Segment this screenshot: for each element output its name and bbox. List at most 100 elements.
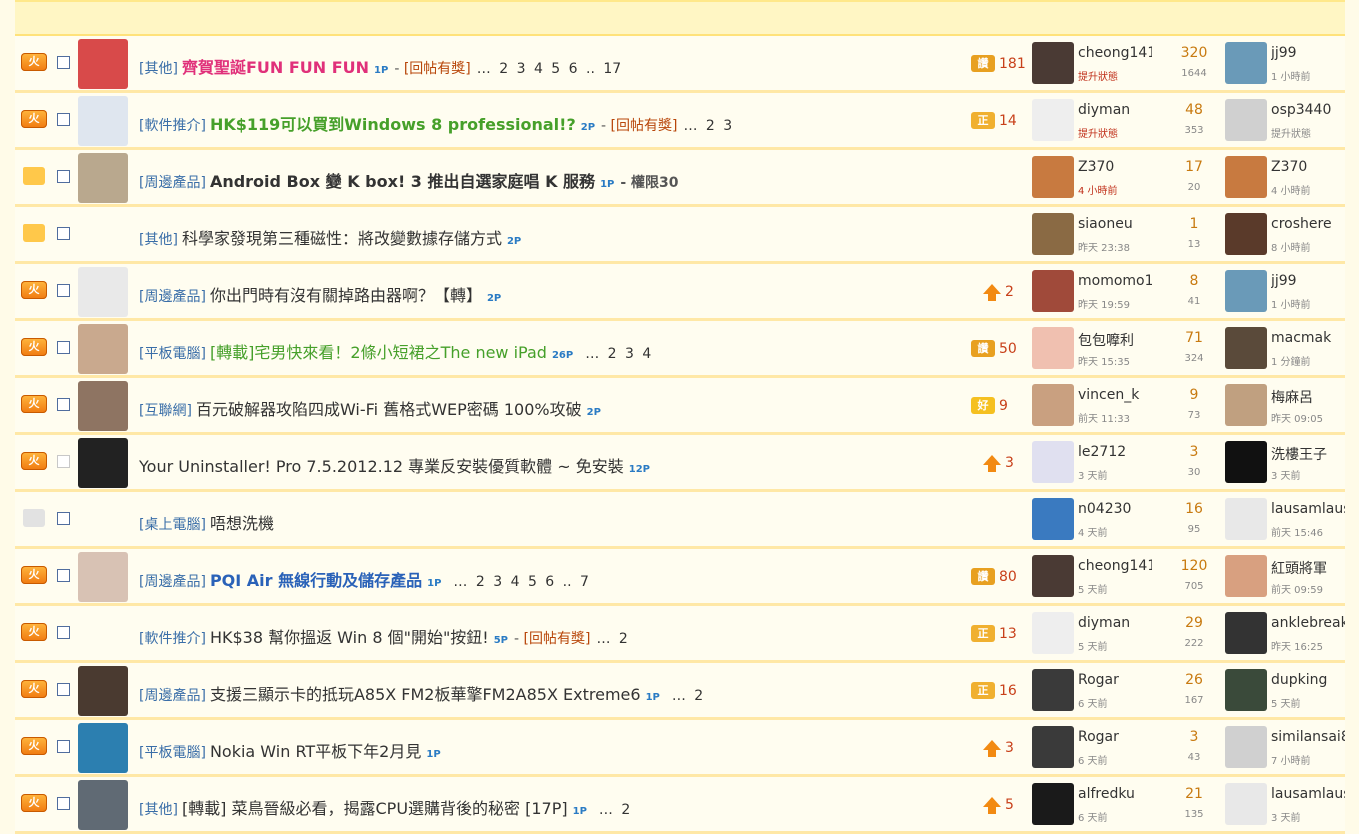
thread-checkbox[interactable] bbox=[57, 512, 70, 525]
last-post-time[interactable]: 8 小時前 bbox=[1271, 239, 1311, 254]
last-post-time[interactable]: 7 小時前 bbox=[1271, 752, 1311, 767]
avatar[interactable] bbox=[1225, 726, 1267, 768]
avatar[interactable] bbox=[1032, 669, 1074, 711]
avatar[interactable] bbox=[1225, 555, 1267, 597]
page-links[interactable]: … 2 3 4 5 6 .. 17 bbox=[477, 61, 621, 77]
thread-title-link[interactable]: 齊賀聖誕FUN FUN FUN bbox=[182, 58, 369, 77]
thread-checkbox[interactable] bbox=[57, 113, 70, 126]
avatar[interactable] bbox=[1032, 441, 1074, 483]
last-post-time[interactable]: 5 天前 bbox=[1271, 695, 1301, 710]
avatar[interactable] bbox=[1225, 669, 1267, 711]
last-post-time[interactable]: 前天 15:46 bbox=[1271, 524, 1323, 539]
last-poster-name-link[interactable]: 洗樓王子 bbox=[1271, 444, 1345, 464]
last-poster-name-link[interactable]: anklebreaker bbox=[1271, 615, 1345, 631]
thread-thumbnail[interactable] bbox=[78, 666, 128, 716]
thread-category-link[interactable]: [桌上電腦] bbox=[139, 517, 206, 533]
poster-name-link[interactable]: vincen_k bbox=[1078, 387, 1152, 403]
page-links[interactable]: … 2 3 4 5 6 .. 7 bbox=[453, 574, 589, 590]
thread-checkbox[interactable] bbox=[57, 56, 70, 69]
reward-tag[interactable]: [回帖有獎] bbox=[524, 631, 591, 647]
avatar[interactable] bbox=[1032, 42, 1074, 84]
avatar[interactable] bbox=[1032, 612, 1074, 654]
poster-name-link[interactable]: diyman bbox=[1078, 615, 1152, 631]
last-poster-name-link[interactable]: jj99 bbox=[1271, 273, 1345, 289]
last-post-time[interactable]: 1 分鐘前 bbox=[1271, 353, 1311, 368]
thread-thumbnail[interactable] bbox=[78, 438, 128, 488]
thread-thumbnail[interactable] bbox=[78, 723, 128, 773]
avatar[interactable] bbox=[1225, 213, 1267, 255]
thread-category-link[interactable]: [周邊產品] bbox=[139, 688, 206, 704]
thread-checkbox[interactable] bbox=[57, 398, 70, 411]
page-links[interactable]: … 2 bbox=[599, 802, 630, 818]
thread-checkbox[interactable] bbox=[57, 170, 70, 183]
avatar[interactable] bbox=[1032, 783, 1074, 825]
thread-thumbnail[interactable] bbox=[78, 39, 128, 89]
poster-name-link[interactable]: cheong141 bbox=[1078, 45, 1152, 61]
thread-category-link[interactable]: [周邊產品] bbox=[139, 289, 206, 305]
thread-thumbnail[interactable] bbox=[78, 267, 128, 317]
avatar[interactable] bbox=[1225, 327, 1267, 369]
avatar[interactable] bbox=[1225, 498, 1267, 540]
thread-category-link[interactable]: [周邊產品] bbox=[139, 175, 206, 191]
last-poster-name-link[interactable]: osp3440 bbox=[1271, 102, 1345, 118]
avatar[interactable] bbox=[1032, 213, 1074, 255]
thread-thumbnail[interactable] bbox=[78, 381, 128, 431]
thread-thumbnail[interactable] bbox=[78, 780, 128, 830]
thread-category-link[interactable]: [軟件推介] bbox=[139, 118, 206, 134]
thread-title-link[interactable]: PQI Air 無線行動及儲存產品 bbox=[210, 571, 422, 590]
reward-tag[interactable]: [回帖有獎] bbox=[404, 61, 471, 77]
poster-name-link[interactable]: Z370 bbox=[1078, 159, 1152, 175]
poster-name-link[interactable]: Rogar bbox=[1078, 672, 1152, 688]
thread-checkbox[interactable] bbox=[57, 569, 70, 582]
thread-checkbox[interactable] bbox=[57, 740, 70, 753]
poster-name-link[interactable]: Rogar bbox=[1078, 729, 1152, 745]
poster-name-link[interactable]: cheong141 bbox=[1078, 558, 1152, 574]
last-post-time[interactable]: 1 小時前 bbox=[1271, 296, 1311, 311]
thread-title-link[interactable]: [轉載]宅男快來看！2條小短裙之The new iPad bbox=[210, 343, 547, 362]
last-poster-name-link[interactable]: croshere bbox=[1271, 216, 1345, 232]
poster-name-link[interactable]: le2712 bbox=[1078, 444, 1152, 460]
last-poster-name-link[interactable]: lausamlausa bbox=[1271, 786, 1345, 802]
poster-name-link[interactable]: n04230 bbox=[1078, 501, 1152, 517]
thread-title-link[interactable]: HK$38 幫你搵返 Win 8 個"開始"按鈕! bbox=[210, 628, 489, 647]
thread-checkbox[interactable] bbox=[57, 284, 70, 297]
last-post-time[interactable]: 前天 09:59 bbox=[1271, 581, 1323, 596]
thread-category-link[interactable]: [平板電腦] bbox=[139, 346, 206, 362]
last-post-time[interactable]: 4 小時前 bbox=[1271, 182, 1311, 197]
last-poster-name-link[interactable]: similansai88 bbox=[1271, 729, 1345, 745]
last-post-time[interactable]: 1 小時前 bbox=[1271, 68, 1311, 83]
last-poster-name-link[interactable]: lausamlausa bbox=[1271, 501, 1345, 517]
thread-title-link[interactable]: Your Uninstaller! Pro 7.5.2012.12 專業反安裝優… bbox=[139, 457, 624, 476]
thread-thumbnail[interactable] bbox=[78, 96, 128, 146]
avatar[interactable] bbox=[1225, 384, 1267, 426]
avatar[interactable] bbox=[1225, 270, 1267, 312]
poster-name-link[interactable]: diyman bbox=[1078, 102, 1152, 118]
avatar[interactable] bbox=[1032, 726, 1074, 768]
page-links[interactable]: … 2 bbox=[672, 688, 703, 704]
thread-checkbox[interactable] bbox=[57, 455, 70, 468]
avatar[interactable] bbox=[1032, 156, 1074, 198]
thread-title-link[interactable]: Nokia Win RT平板下年2月見 bbox=[210, 742, 421, 761]
thread-title-link[interactable]: [轉載] 菜鳥晉級必看，揭露CPU選購背後的秘密 [17P] bbox=[182, 799, 568, 818]
thread-category-link[interactable]: [其他] bbox=[139, 232, 178, 248]
thread-title-link[interactable]: 支援三顯示卡的抵玩A85X FM2板華擎FM2A85X Extreme6 bbox=[210, 685, 641, 704]
last-poster-name-link[interactable]: 梅麻呂 bbox=[1271, 387, 1345, 407]
thread-category-link[interactable]: [其他] bbox=[139, 61, 178, 77]
last-post-time[interactable]: 昨天 09:05 bbox=[1271, 410, 1323, 425]
poster-name-link[interactable]: 包包嚤利 bbox=[1078, 330, 1152, 350]
last-poster-name-link[interactable]: Z370 bbox=[1271, 159, 1345, 175]
avatar[interactable] bbox=[1032, 384, 1074, 426]
avatar[interactable] bbox=[1032, 555, 1074, 597]
thread-title-link[interactable]: HK$119可以買到Windows 8 professional!? bbox=[210, 115, 576, 134]
thread-thumbnail[interactable] bbox=[78, 552, 128, 602]
thread-category-link[interactable]: [軟件推介] bbox=[139, 631, 206, 647]
thread-category-link[interactable]: [周邊產品] bbox=[139, 574, 206, 590]
thread-checkbox[interactable] bbox=[57, 797, 70, 810]
thread-category-link[interactable]: [互聯網] bbox=[139, 403, 192, 419]
last-post-time[interactable]: 昨天 16:25 bbox=[1271, 638, 1323, 653]
avatar[interactable] bbox=[1032, 327, 1074, 369]
thread-title-link[interactable]: 科學家發現第三種磁性：將改變數據存儲方式 bbox=[182, 229, 502, 248]
last-poster-name-link[interactable]: jj99 bbox=[1271, 45, 1345, 61]
avatar[interactable] bbox=[1225, 99, 1267, 141]
poster-name-link[interactable]: siaoneu bbox=[1078, 216, 1152, 232]
